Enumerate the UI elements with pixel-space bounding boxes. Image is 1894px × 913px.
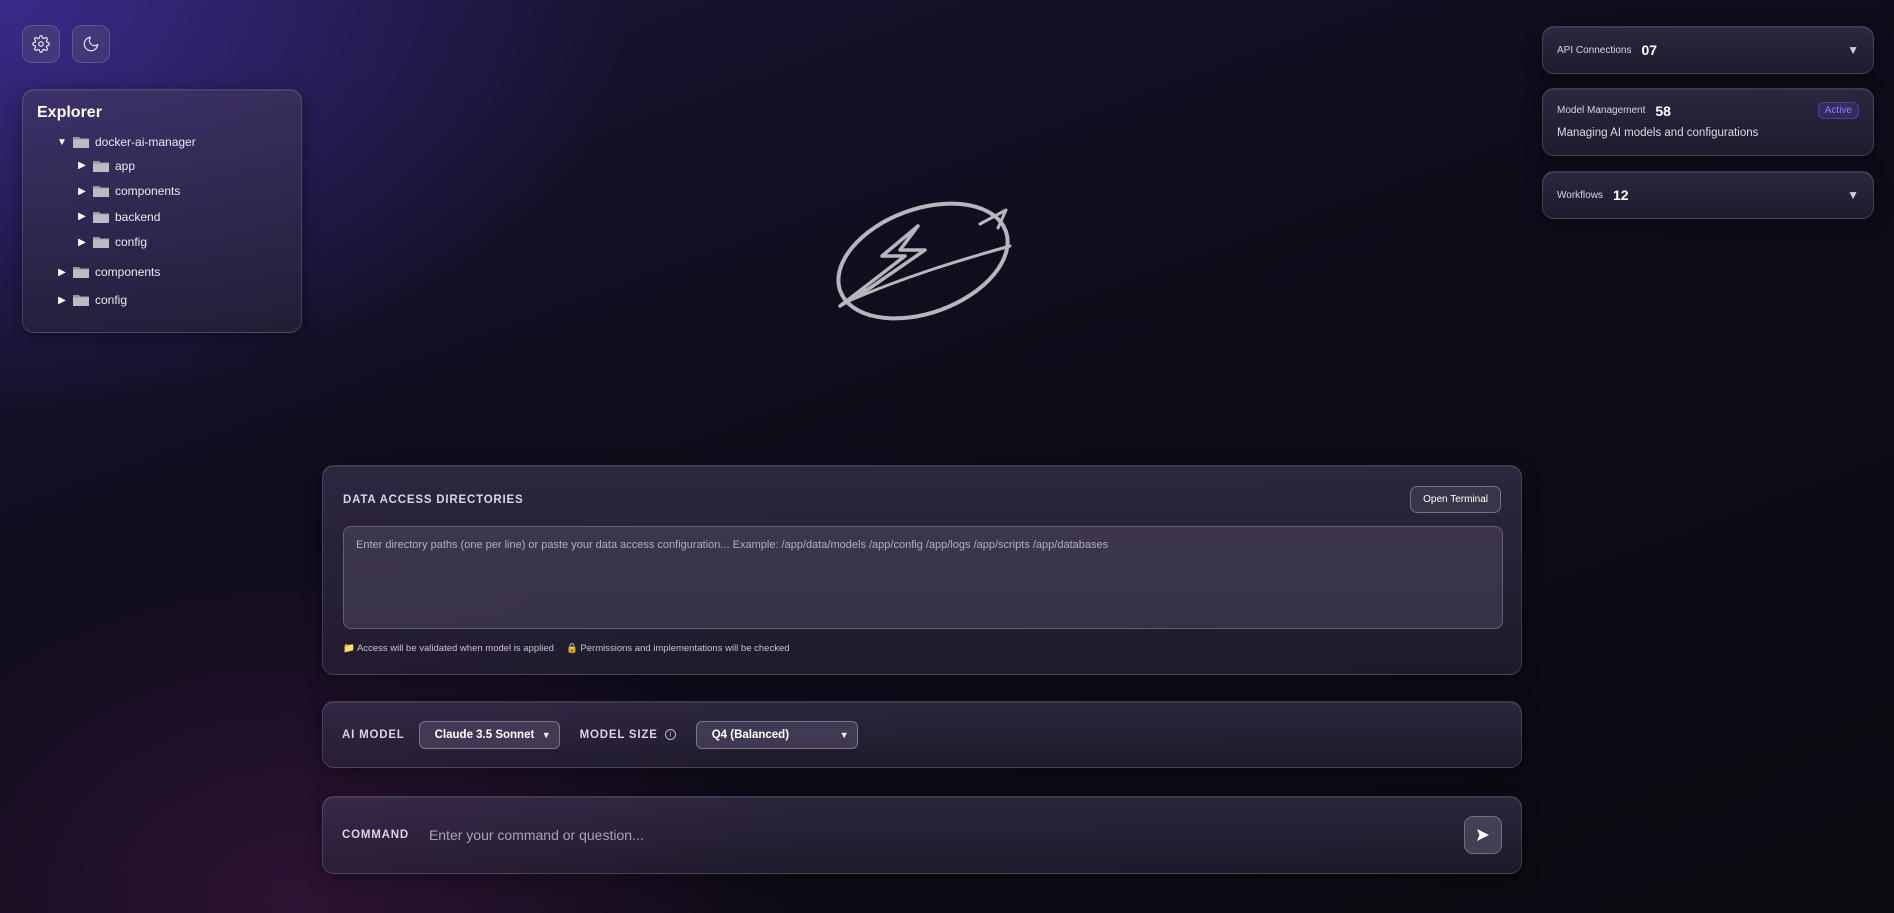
folder-icon	[93, 160, 109, 172]
chevron-down-icon[interactable]: ▼	[1847, 43, 1859, 57]
model-management-count: 58	[1655, 102, 1671, 119]
model-management-card[interactable]: Model Management 58 Active Managing AI m…	[1542, 88, 1874, 156]
folder-icon	[93, 185, 109, 198]
ai-model-value: Claude 3.5 Sonnet	[434, 728, 535, 741]
validation-hints: 📁 Access will be validated when model is…	[343, 643, 790, 654]
gear-icon	[32, 35, 50, 53]
tree-item-config-root[interactable]: ▶ config	[37, 286, 287, 314]
caret-right-icon: ▶	[58, 294, 66, 306]
ai-model-label: AI MODEL	[342, 728, 405, 741]
tree-item-root[interactable]: ▼ docker-ai-manager	[37, 131, 287, 153]
tree-item-components-root[interactable]: ▶ components	[37, 258, 287, 286]
tree-item-label: components	[95, 265, 161, 279]
caret-right-icon: ▶	[78, 236, 86, 248]
settings-button[interactable]	[22, 25, 60, 63]
tree-item-label: docker-ai-manager	[95, 135, 196, 149]
workflows-card[interactable]: Workflows 12 ▼	[1542, 171, 1874, 219]
caret-right-icon: ▶	[78, 211, 86, 223]
explorer-title: Explorer	[37, 104, 102, 121]
send-icon	[1477, 829, 1489, 841]
folder-icon	[73, 266, 89, 278]
caret-right-icon: ▶	[78, 160, 86, 172]
hint-permissions: 🔒 Permissions and implementations will b…	[566, 643, 790, 654]
tree-item-label: config	[95, 293, 128, 307]
explorer-panel: Explorer ▼ docker-ai-manager ▶ app ▶ com…	[22, 89, 302, 333]
model-management-description: Managing AI models and configurations	[1557, 127, 1759, 139]
caret-right-icon: ▶	[78, 185, 86, 197]
folder-icon: 📁	[343, 643, 355, 654]
model-settings-panel: AI MODEL Claude 3.5 Sonnet ▼ MODEL SIZE …	[322, 701, 1522, 768]
tree-item-app[interactable]: ▶ app	[37, 153, 287, 179]
folder-icon	[73, 294, 89, 306]
api-connections-count: 07	[1641, 42, 1658, 58]
hint-access-text: Access will be validated when model is a…	[356, 643, 554, 654]
model-size-value: Q4 (Balanced)	[711, 728, 790, 741]
status-badge: Active	[1817, 102, 1859, 119]
moon-icon	[83, 36, 99, 52]
app-logo	[836, 201, 1012, 321]
tree-item-backend[interactable]: ▶ backend	[37, 204, 287, 230]
folder-icon	[93, 236, 109, 249]
hint-permissions-text: Permissions and implementations will be …	[580, 643, 790, 654]
command-input[interactable]	[428, 827, 1464, 843]
tree-item-label: app	[115, 158, 136, 173]
command-label: COMMAND	[342, 829, 409, 841]
folder-icon	[93, 211, 109, 223]
model-size-label: MODEL SIZE	[579, 728, 658, 741]
workflows-count: 12	[1612, 187, 1629, 203]
directory-paths-input[interactable]	[343, 526, 1503, 629]
folder-icon	[73, 136, 89, 148]
theme-toggle-button[interactable]	[72, 25, 110, 63]
caret-down-icon: ▼	[57, 136, 67, 148]
tree-item-label: config	[115, 235, 148, 250]
data-access-title: DATA ACCESS DIRECTORIES	[343, 494, 524, 506]
tree-item-components[interactable]: ▶ components	[37, 179, 287, 205]
model-size-select[interactable]: Q4 (Balanced) ▼	[695, 720, 858, 749]
data-access-panel: DATA ACCESS DIRECTORIES Open Terminal 📁 …	[322, 465, 1522, 675]
workflows-label: Workflows	[1557, 189, 1603, 201]
open-terminal-button[interactable]: Open Terminal	[1410, 486, 1501, 513]
chevron-down-icon: ▼	[541, 729, 551, 740]
chevron-down-icon[interactable]: ▼	[1847, 188, 1859, 202]
ai-model-select[interactable]: Claude 3.5 Sonnet ▼	[418, 720, 560, 749]
send-button[interactable]	[1464, 816, 1502, 854]
api-connections-label: API Connections	[1557, 44, 1632, 56]
command-panel: COMMAND	[322, 796, 1522, 874]
caret-right-icon: ▶	[58, 266, 66, 278]
info-icon[interactable]: i	[664, 729, 676, 740]
api-connections-card[interactable]: API Connections 07 ▼	[1542, 26, 1874, 74]
tree-item-config[interactable]: ▶ config	[37, 230, 287, 256]
tree-item-label: backend	[115, 209, 161, 224]
lock-icon: 🔒	[565, 643, 578, 654]
model-management-label: Model Management	[1557, 105, 1646, 116]
chevron-down-icon: ▼	[839, 729, 849, 740]
hint-access: 📁 Access will be validated when model is…	[343, 643, 554, 654]
tree-item-label: components	[115, 184, 181, 199]
